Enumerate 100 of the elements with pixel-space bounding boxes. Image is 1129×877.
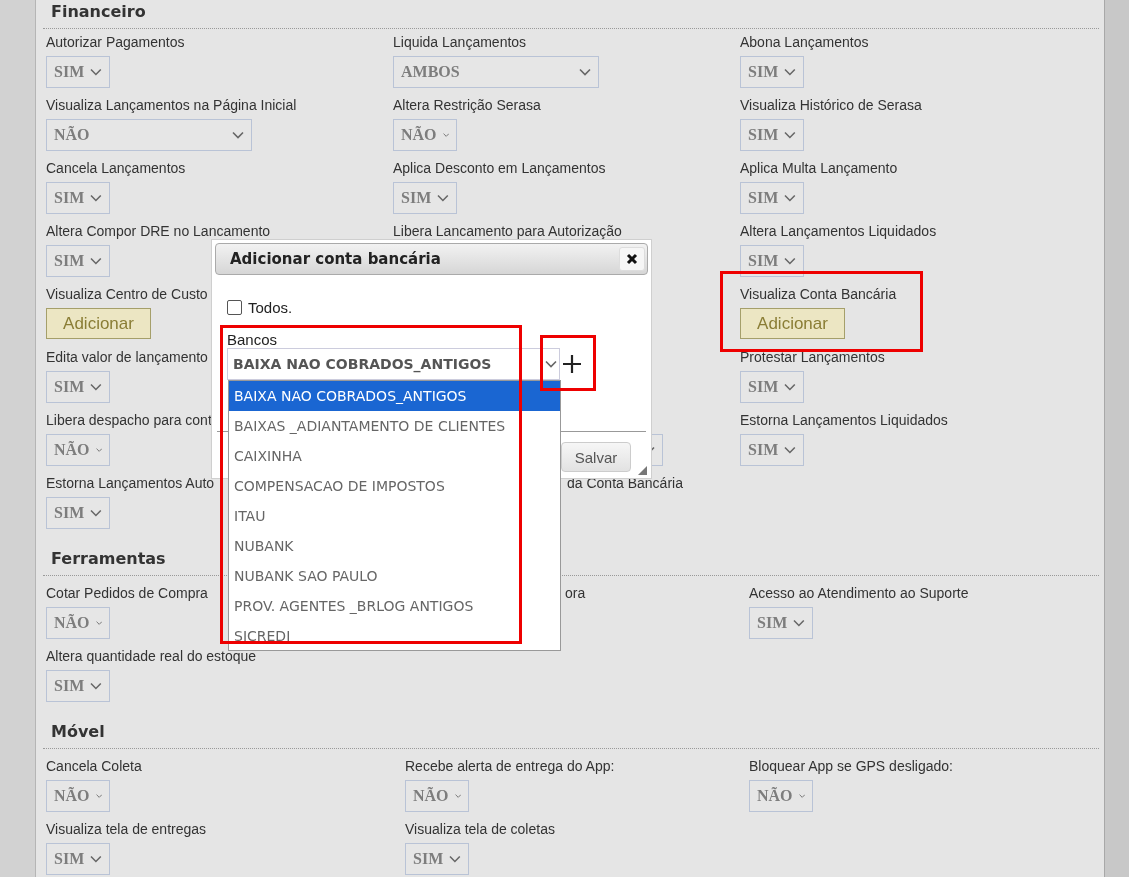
chevron-icon xyxy=(90,855,102,863)
add-button[interactable]: Adicionar xyxy=(46,308,151,339)
chevron-icon xyxy=(90,257,102,265)
chevron-icon xyxy=(784,131,796,139)
chevron-icon xyxy=(95,619,102,627)
dropdown[interactable]: SIM xyxy=(749,607,813,639)
checkbox[interactable] xyxy=(227,299,242,315)
chevron-icon xyxy=(90,682,102,690)
dropdown[interactable]: SIM xyxy=(46,670,110,702)
field-label: ora xyxy=(565,584,586,603)
field-label: Estorna Lançamentos Liquidados xyxy=(740,411,948,430)
field-label: Bloquear App se GPS desligado: xyxy=(749,757,953,776)
close-icon xyxy=(626,253,638,265)
chevron-icon xyxy=(90,383,102,391)
dropdown[interactable]: NÃO xyxy=(749,780,813,812)
dropdown-option[interactable]: ITAU xyxy=(229,501,560,531)
dropdown-option[interactable]: SICREDI xyxy=(229,621,560,650)
field-label: Abona Lançamentos xyxy=(740,33,869,52)
field-label: Altera quantidade real do estoque xyxy=(46,647,257,666)
dropdown-option[interactable]: NUBANK SAO PAULO xyxy=(229,561,560,591)
field-label: Altera Lançamentos Liquidados xyxy=(740,222,937,241)
dropdown-option[interactable]: BAIXAS _ADIANTAMENTO DE CLIENTES xyxy=(229,411,560,441)
field-label: Visualiza Centro de Custo xyxy=(46,285,208,304)
field-label: Visualiza tela de coletas xyxy=(405,820,555,839)
highlight-frame xyxy=(540,335,596,391)
field-label: Cancela Lançamentos xyxy=(46,159,186,178)
dropdown[interactable]: SIM xyxy=(46,843,110,875)
chevron-icon xyxy=(454,792,461,800)
dropdown[interactable]: NÃO xyxy=(46,119,252,151)
field-label: da Conta Bancária xyxy=(567,474,683,493)
plus-icon[interactable] xyxy=(562,354,582,374)
chevron-icon xyxy=(784,383,796,391)
dropdown[interactable]: NÃO xyxy=(405,780,469,812)
dropdown[interactable]: SIM xyxy=(46,371,110,403)
dropdown[interactable]: SIM xyxy=(46,56,110,88)
dropdown[interactable]: AMBOS xyxy=(393,56,599,88)
dropdown[interactable]: SIM xyxy=(46,182,110,214)
chevron-icon xyxy=(442,131,449,139)
field-label: Visualiza tela de entregas xyxy=(46,820,207,839)
dropdown[interactable]: SIM xyxy=(740,371,804,403)
section-title: Financeiro xyxy=(51,2,146,22)
field-label: Recebe alerta de entrega do App: xyxy=(405,757,615,776)
chevron-icon xyxy=(784,68,796,76)
dropdown-option[interactable]: COMPENSACAO DE IMPOSTOS xyxy=(229,471,560,501)
field-label: Aplica Desconto em Lançamentos xyxy=(393,159,606,178)
field-label: Cotar Pedidos de Compra xyxy=(46,584,208,603)
close-button[interactable] xyxy=(619,247,645,271)
chevron-icon xyxy=(437,194,449,202)
field-label: Visualiza Lançamentos na Página Inicial xyxy=(46,96,297,115)
dropdown[interactable]: SIM xyxy=(393,182,457,214)
field-label: Liquida Lançamentos xyxy=(393,33,527,52)
chevron-icon xyxy=(784,446,796,454)
section-title: Ferramentas xyxy=(51,549,166,569)
chevron-icon xyxy=(90,509,102,517)
dropdown[interactable]: NÃO xyxy=(46,434,110,466)
chevron-icon xyxy=(579,68,591,76)
field-label: Cancela Coleta xyxy=(46,757,142,776)
field-label: Acesso ao Atendimento ao Suporte xyxy=(749,584,969,603)
field-label: Estorna Lançamentos Auto xyxy=(46,474,215,493)
dropdown-option[interactable]: NUBANK xyxy=(229,531,560,561)
field-label: Protestar Lançamentos xyxy=(740,348,885,367)
field-label: Visualiza Conta Bancária xyxy=(740,285,897,304)
dropdown[interactable]: SIM xyxy=(740,56,804,88)
chevron-icon xyxy=(90,194,102,202)
dropdown[interactable]: NÃO xyxy=(46,780,110,812)
field-label: Altera Restrição Serasa xyxy=(393,96,541,115)
dropdown[interactable]: SIM xyxy=(46,497,110,529)
field-label: Altera Compor DRE no Lancamento xyxy=(46,222,271,241)
field-label: Bancos xyxy=(227,332,278,348)
field-label: Libera despacho para cont xyxy=(46,411,212,430)
dropdown-option[interactable]: PROV. AGENTES _BRLOG ANTIGOS xyxy=(229,591,560,621)
chevron-icon xyxy=(449,855,461,863)
save-button[interactable]: Salvar xyxy=(561,442,631,472)
chevron-icon xyxy=(798,792,805,800)
field-label: Autorizar Pagamentos xyxy=(46,33,185,52)
dropdown[interactable]: SIM xyxy=(405,843,469,875)
dropdown[interactable]: NÃO xyxy=(46,607,110,639)
chevron-icon xyxy=(545,360,557,368)
chevron-icon xyxy=(784,257,796,265)
dropdown[interactable]: BAIXA NAO COBRADOS_ANTIGOS xyxy=(227,348,560,380)
section-title: Móvel xyxy=(51,722,105,742)
chevron-icon xyxy=(95,792,102,800)
chevron-icon xyxy=(95,446,102,454)
field-label: Aplica Multa Lançamento xyxy=(740,159,898,178)
dropdown[interactable]: NÃO xyxy=(393,119,457,151)
chevron-icon xyxy=(793,619,805,627)
dropdown-option[interactable]: BAIXA NAO COBRADOS_ANTIGOS xyxy=(229,381,560,411)
checkbox-label: Todos. xyxy=(248,298,293,316)
chevron-icon xyxy=(90,68,102,76)
chevron-icon xyxy=(784,194,796,202)
add-button[interactable]: Adicionar xyxy=(740,308,845,339)
dropdown-option[interactable]: CAIXINHA xyxy=(229,441,560,471)
dropdown[interactable]: SIM xyxy=(46,245,110,277)
field-label: Libera Lancamento para Autorização xyxy=(393,222,622,241)
field-label: Visualiza Histórico de Serasa xyxy=(740,96,922,115)
dropdown[interactable]: SIM xyxy=(740,434,804,466)
chevron-icon xyxy=(232,131,244,139)
dropdown[interactable]: SIM xyxy=(740,119,804,151)
dropdown[interactable]: SIM xyxy=(740,182,804,214)
dialog-title: Adicionar conta bancária xyxy=(230,250,441,268)
